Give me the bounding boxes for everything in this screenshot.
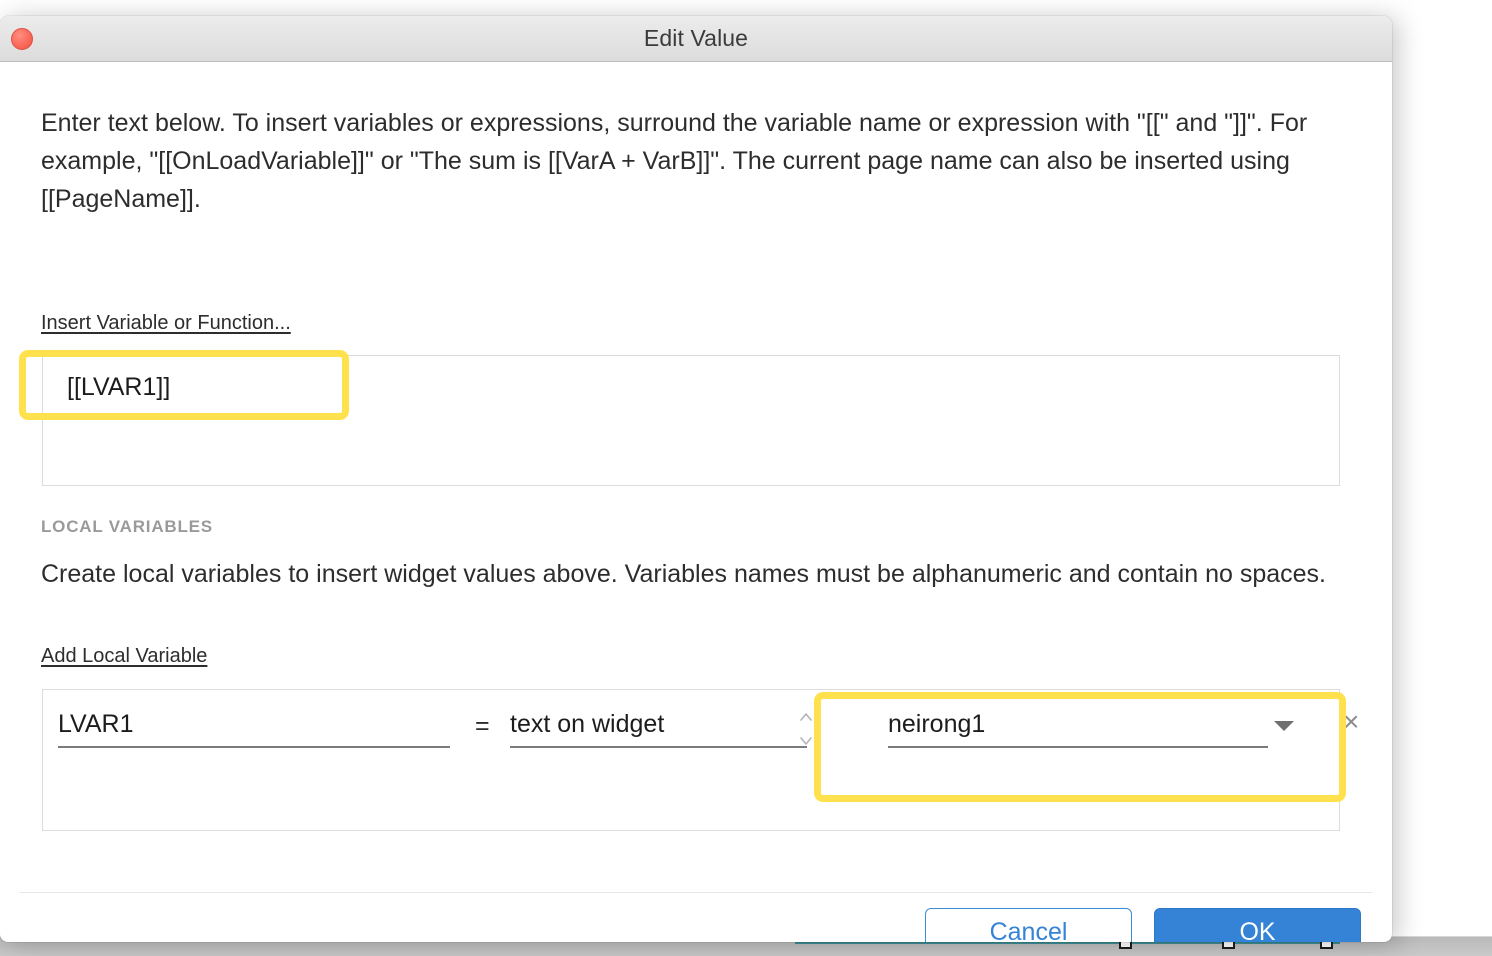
footer-divider xyxy=(20,892,1372,893)
add-local-variable-link[interactable]: Add Local Variable xyxy=(41,645,207,668)
dialog-title: Edit Value xyxy=(643,25,749,51)
value-textarea[interactable]: [[LVAR1]] xyxy=(42,355,1340,486)
insert-variable-or-function-link[interactable]: Insert Variable or Function... xyxy=(41,312,291,335)
chevron-down-icon[interactable] xyxy=(1271,718,1297,739)
local-variables-table: = × xyxy=(42,689,1359,831)
close-circle-icon[interactable] xyxy=(11,27,33,50)
ok-button[interactable]: OK xyxy=(1154,908,1361,942)
variable-value-wrap xyxy=(888,710,1268,748)
variable-type-select-wrap xyxy=(510,710,812,748)
equals-label: = xyxy=(475,712,490,740)
intro-instructions: Enter text below. To insert variables or… xyxy=(41,109,1308,213)
edit-value-dialog: Edit Value Enter text below. To insert v… xyxy=(0,16,1392,942)
variable-type-select[interactable] xyxy=(510,710,807,748)
local-variables-heading: LOCAL VARIABLES xyxy=(41,517,213,536)
variable-name-input[interactable] xyxy=(58,710,450,748)
stepper-up-down-icon[interactable] xyxy=(797,712,815,746)
local-variables-description: Create local variables to insert widget … xyxy=(41,560,1326,588)
dialog-titlebar: Edit Value xyxy=(0,16,1392,62)
dialog-footer: Cancel OK xyxy=(925,908,1361,942)
local-variable-row: = × xyxy=(43,690,1359,760)
value-textarea-text: [[LVAR1]] xyxy=(67,373,171,401)
background-widget-outline xyxy=(795,942,1340,944)
dialog-body: Enter text below. To insert variables or… xyxy=(0,62,1392,942)
variable-value-input[interactable] xyxy=(888,710,1268,748)
cancel-button[interactable]: Cancel xyxy=(925,908,1132,942)
close-x-icon[interactable]: × xyxy=(1343,708,1359,736)
